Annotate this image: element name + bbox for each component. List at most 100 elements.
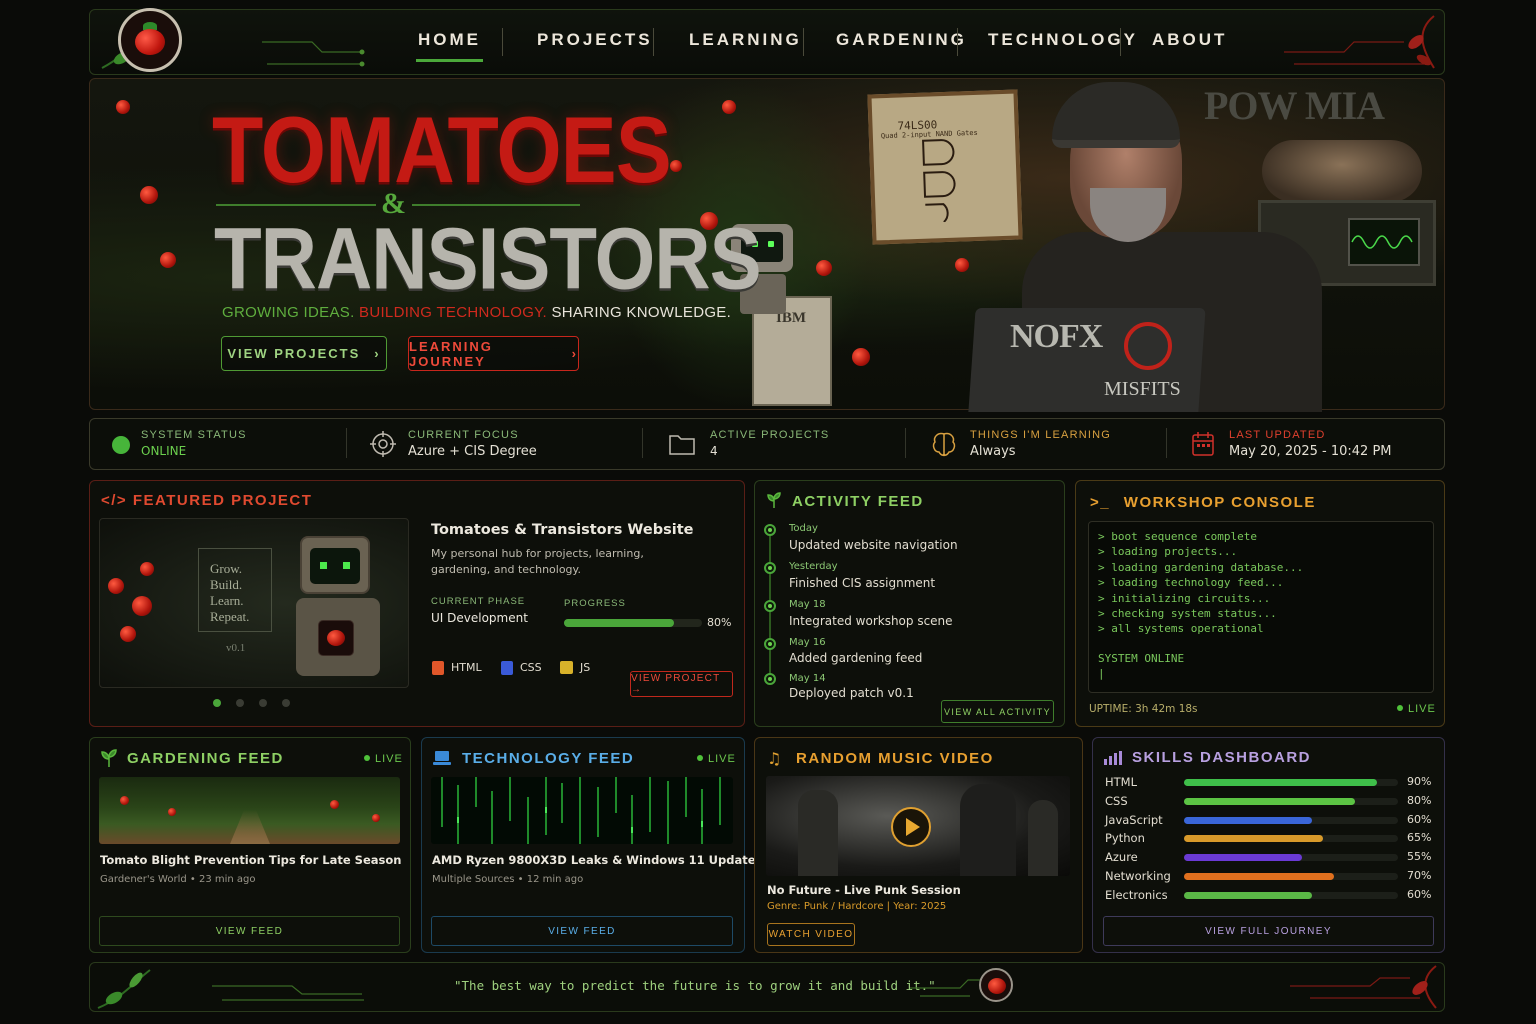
- activity-date: Yesterday: [789, 561, 838, 572]
- tech-tag: CSS: [520, 661, 542, 674]
- tagline-part: BUILDING TECHNOLOGY.: [359, 304, 548, 321]
- footer-logo[interactable]: [979, 968, 1013, 1002]
- skill-track: [1184, 797, 1398, 805]
- carousel-dot[interactable]: [236, 699, 244, 707]
- sleeping-cat-image: [1262, 140, 1422, 202]
- nav-about[interactable]: ABOUT: [1152, 30, 1227, 50]
- console-status-line: SYSTEM ONLINE: [1098, 651, 1185, 665]
- activity-text[interactable]: Added gardening feed: [789, 651, 922, 665]
- console-output[interactable]: > boot sequence complete > loading proje…: [1088, 521, 1434, 693]
- music-note-icon: ♫: [767, 749, 782, 768]
- skill-name: HTML: [1105, 775, 1138, 789]
- feed-headline[interactable]: AMD Ryzen 9800X3D Leaks & Windows 11 Upd…: [432, 853, 762, 867]
- code-icon: </>: [101, 492, 128, 509]
- nav-projects[interactable]: PROJECTS: [537, 30, 653, 50]
- progress-fill: [564, 619, 675, 627]
- gardening-feed-title: GARDENING FEED: [127, 750, 284, 767]
- oscilloscope-screen: [1348, 218, 1420, 266]
- status-label: SYSTEM STATUS: [141, 429, 247, 441]
- button-label: LEARNING JOURNEY: [409, 338, 493, 369]
- tomato-decoration: [670, 160, 682, 172]
- tagline-part: GROWING IDEAS.: [222, 304, 355, 321]
- status-separator: [346, 428, 347, 458]
- status-separator: [642, 428, 643, 458]
- status-separator: [1166, 428, 1167, 458]
- live-badge: LIVE: [697, 753, 736, 765]
- activity-text[interactable]: Finished CIS assignment: [789, 576, 935, 590]
- target-icon: [370, 431, 396, 457]
- live-badge: LIVE: [1397, 703, 1436, 715]
- technology-feed-title: TECHNOLOGY FEED: [462, 750, 635, 767]
- feed-headline[interactable]: Tomato Blight Prevention Tips for Late S…: [100, 853, 401, 867]
- sprout-icon: [766, 492, 782, 508]
- view-full-journey-button[interactable]: VIEW FULL JOURNEY: [1103, 916, 1434, 946]
- status-label: CURRENT FOCUS: [408, 429, 519, 441]
- vine-circuit-right-decoration: [1290, 965, 1437, 1009]
- status-value: May 20, 2025 - 10:42 PM: [1229, 444, 1392, 459]
- skill-fill: [1184, 835, 1324, 843]
- carousel-dot[interactable]: [282, 699, 290, 707]
- status-label: LAST UPDATED: [1229, 429, 1326, 441]
- skill-track: [1184, 873, 1398, 880]
- nav-learning[interactable]: LEARNING: [689, 30, 802, 50]
- seedling-icon: [101, 749, 117, 767]
- nav-home[interactable]: HOME: [416, 30, 483, 62]
- tomato-decoration: [108, 578, 124, 594]
- play-button[interactable]: [891, 807, 931, 847]
- activity-date: May 14: [789, 673, 826, 684]
- chalk-line: Learn.: [210, 593, 244, 608]
- tomato-decoration: [852, 348, 870, 366]
- skill-track: [1184, 816, 1398, 824]
- matrix-code-photo[interactable]: [431, 777, 733, 844]
- robot-eye: [343, 562, 350, 569]
- view-gardening-feed-button[interactable]: VIEW FEED: [99, 916, 400, 946]
- site-logo[interactable]: [118, 8, 182, 72]
- console-line: > all systems operational: [1098, 622, 1264, 636]
- view-projects-button[interactable]: VIEW PROJECTS ›: [221, 336, 387, 371]
- nav-technology[interactable]: TECHNOLOGY: [988, 30, 1138, 50]
- skill-name: Python: [1105, 831, 1145, 846]
- logic-gate-icon: [922, 139, 956, 223]
- progress-track: [564, 619, 702, 627]
- tomato-decoration: [120, 626, 136, 642]
- view-project-button[interactable]: VIEW PROJECT →: [630, 671, 733, 697]
- nav-separator: [502, 28, 503, 56]
- watch-video-button[interactable]: WATCH VIDEO: [767, 923, 855, 946]
- nav-separator: [957, 28, 958, 56]
- workshop-console-title: >_ WORKSHOP CONSOLE: [1090, 494, 1316, 511]
- console-line: > checking system status...: [1098, 607, 1277, 621]
- tomato-icon: [988, 978, 1006, 994]
- skills-dashboard-title: SKILLS DASHBOARD: [1132, 749, 1312, 766]
- activity-text[interactable]: Updated website navigation: [789, 538, 958, 552]
- activity-text[interactable]: Integrated workshop scene: [789, 614, 953, 628]
- view-technology-feed-button[interactable]: VIEW FEED: [431, 916, 733, 946]
- activity-text[interactable]: Deployed patch v0.1: [789, 686, 914, 700]
- feed-meta: Multiple Sources • 12 min ago: [432, 874, 584, 885]
- carousel-dot[interactable]: [259, 699, 267, 707]
- folder-icon: [669, 435, 695, 455]
- video-title[interactable]: No Future - Live Punk Session: [767, 883, 961, 897]
- carousel-dot-active[interactable]: [213, 699, 221, 707]
- bar-chart-icon: [1104, 751, 1122, 765]
- anarchy-sticker-icon: [1124, 322, 1172, 370]
- status-value: ONLINE: [141, 444, 187, 458]
- tomato-decoration: [160, 252, 176, 268]
- nav-gardening[interactable]: GARDENING: [836, 30, 967, 50]
- view-all-activity-button[interactable]: VIEW ALL ACTIVITY: [941, 700, 1054, 723]
- status-system: SYSTEM STATUS ONLINE: [141, 429, 247, 458]
- console-cursor: |: [1098, 667, 1105, 681]
- js-icon: [560, 661, 573, 674]
- laptop-sticker-nofx: NOFX: [1010, 318, 1103, 355]
- timeline-dot: [764, 524, 776, 536]
- status-separator: [905, 428, 906, 458]
- tomato-decoration: [955, 258, 969, 272]
- status-label: ACTIVE PROJECTS: [710, 429, 830, 441]
- tomato-icon: [327, 630, 345, 646]
- learning-journey-button[interactable]: LEARNING JOURNEY ›: [408, 336, 579, 371]
- feed-source: Gardener's World: [100, 874, 187, 885]
- hero-tagline: GROWING IDEAS. BUILDING TECHNOLOGY. SHAR…: [222, 304, 731, 321]
- tomato-decoration: [116, 100, 130, 114]
- progress-percent: 80%: [707, 616, 732, 629]
- status-updated: LAST UPDATED May 20, 2025 - 10:42 PM: [1229, 429, 1392, 459]
- project-description: My personal hub for projects, learning, …: [431, 547, 644, 576]
